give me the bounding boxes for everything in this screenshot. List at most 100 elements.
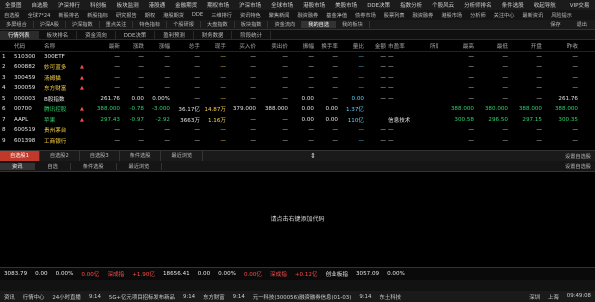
column-header[interactable]: 最高 — [440, 42, 474, 50]
view-tab[interactable]: 行情列表 — [0, 30, 39, 39]
column-header[interactable]: 开盘 — [510, 42, 542, 50]
screen-tab[interactable]: 我的自选 — [302, 21, 337, 28]
table-row[interactable]: 4 300059 东方财富 ▲ — — — — — — — — — — — — — — — — — [0, 84, 595, 93]
toolbar-item[interactable]: 风险提示 — [547, 12, 576, 19]
screen-tabs-action[interactable]: 保存 — [542, 21, 568, 28]
menu-item[interactable]: 板块监测 — [112, 1, 144, 9]
panel-tab[interactable]: 最近浏览 — [117, 162, 163, 170]
menu-item[interactable]: 分析师排名 — [459, 1, 497, 9]
status-item[interactable]: 9:14 — [355, 294, 375, 300]
column-header[interactable]: 涨跌 — [122, 42, 144, 50]
toolbar-item[interactable]: 最新资讯 — [518, 12, 547, 19]
table-row[interactable]: 9 601398 工商银行 — — — — — — — — — — — — — — — — — [0, 136, 595, 145]
sz-tag[interactable]: +1.90亿 — [128, 270, 159, 278]
panel-tab[interactable]: 条件选股 — [71, 162, 117, 170]
menu-item[interactable]: 沪深市场 — [234, 1, 266, 9]
view-tab[interactable]: 资金流向 — [77, 30, 116, 39]
column-header[interactable]: 换手率 — [316, 42, 338, 50]
menubar-right-item[interactable]: VIP交易 — [565, 1, 595, 9]
view-tab[interactable]: 财务数据 — [194, 30, 233, 39]
sz-amount[interactable]: 0.00亿 — [240, 270, 266, 278]
column-header[interactable]: 量比 — [340, 42, 364, 50]
menu-item[interactable]: 全球市场 — [266, 1, 298, 9]
screen-tabs-action[interactable]: 退出 — [569, 21, 595, 28]
panel-tab[interactable]: 资讯 — [0, 162, 36, 170]
column-header[interactable]: 名称 — [44, 42, 78, 50]
watchlist-tab[interactable]: 条件选股 — [120, 151, 162, 161]
menu-item[interactable]: 港股通 — [144, 1, 171, 9]
column-header[interactable]: 昨收 — [544, 42, 578, 50]
table-row[interactable]: 6 00700 腾讯控股 ▲ 388.000 -0.78 -3.000 36.17亿 14.87… — [0, 105, 595, 114]
toolbar-item[interactable]: 期权 — [141, 12, 159, 19]
toolbar-item[interactable]: 债券市场 — [351, 12, 380, 19]
toolbar-item[interactable]: 融资融券 — [409, 12, 438, 19]
toolbar-item[interactable]: 三维排行 — [207, 12, 236, 19]
view-tab[interactable]: 盈利预测 — [155, 30, 194, 39]
menu-item[interactable]: 自选股 — [27, 1, 54, 9]
menu-item[interactable]: 指数分析 — [395, 1, 427, 9]
settings-button[interactable]: 设置自选股 — [565, 153, 595, 160]
toolbar-item[interactable]: 研究报告 — [112, 12, 141, 19]
sz-pct[interactable]: 0.00% — [214, 271, 240, 277]
column-header[interactable]: 现手 — [202, 42, 226, 50]
screen-tab[interactable]: 多屏组合 — [0, 21, 34, 28]
toolbar-item[interactable]: 港股期货 — [159, 12, 188, 19]
sz-change[interactable]: 0.00 — [194, 271, 214, 277]
status-item[interactable]: 元一科技(300056)融资融券信息(01-03) — [249, 293, 356, 301]
toolbar-item[interactable]: 融资融券 — [293, 12, 322, 19]
view-tab[interactable]: 阶段统计 — [232, 30, 271, 39]
view-tab[interactable]: DDE决策 — [116, 30, 156, 39]
table-row[interactable]: 1 510300 300ETF — — — — — — — — — — — — — — — — — [0, 52, 595, 61]
screen-tab[interactable]: 特色指标 — [133, 21, 168, 28]
status-item[interactable]: 东方财富 — [199, 293, 229, 301]
column-header[interactable]: 最低 — [476, 42, 508, 50]
toolbar-item[interactable]: 关注中心 — [490, 12, 519, 19]
screen-tab[interactable]: 板块指数 — [235, 21, 269, 28]
column-header[interactable]: 总手 — [172, 42, 200, 50]
sh-change[interactable]: 0.00 — [31, 271, 51, 277]
sh-value[interactable]: 3083.79 — [0, 271, 31, 277]
table-row[interactable]: 2 600882 妙可蓝多 ▲ — — — — — — — — — — — — — — — — — [0, 63, 595, 72]
cy-label2[interactable]: 创业板指 — [322, 270, 352, 278]
toolbar-item[interactable]: 股票列表 — [380, 12, 409, 19]
column-header[interactable]: 振幅 — [290, 42, 314, 50]
view-tab[interactable]: 板块排名 — [39, 30, 78, 39]
screen-tab[interactable]: 沪深A股 — [34, 21, 66, 28]
menu-item[interactable]: 港股市场 — [298, 1, 330, 9]
watchlist-tab[interactable]: 自选股2 — [40, 151, 80, 161]
menu-item[interactable]: 条件选股 — [497, 1, 529, 9]
toolbar-item[interactable]: 分析师 — [466, 12, 490, 19]
status-item[interactable]: 东土科技 — [375, 293, 405, 301]
toolbar-item[interactable]: 自选股 — [0, 12, 24, 19]
toolbar-item[interactable]: 基金净值 — [322, 12, 351, 19]
panel-settings-button[interactable]: 设置自选股 — [565, 163, 595, 170]
toolbar-item[interactable]: 新股排名 — [54, 12, 83, 19]
sz-value[interactable]: 18656.41 — [159, 271, 194, 277]
table-row[interactable]: 3 300459 汤姆猫 ▲ — — — — — — — — — — — — — — — — — [0, 73, 595, 82]
column-header[interactable]: 市盈率 — [388, 42, 428, 50]
panel-tab[interactable]: 自选 — [35, 162, 71, 170]
watchlist-tab[interactable]: 自选股1 — [0, 151, 40, 161]
resize-handle-icon[interactable]: ⇕ — [309, 151, 317, 161]
sh-amount[interactable]: 0.00亿 — [77, 270, 103, 278]
table-row[interactable]: 7 AAPL 苹果 ▲ 297.43 -0.97 -2.92 3663万 1.16万 — — 0.00… — [0, 115, 595, 124]
column-header[interactable]: 涨幅 — [146, 42, 170, 50]
screen-tab[interactable]: 资金流向 — [268, 21, 303, 28]
menubar-right-item[interactable]: 收起导航 — [529, 1, 561, 9]
cy-tag[interactable]: +0.12亿 — [291, 270, 322, 278]
empty-panel[interactable]: 请点击右键添加代码 — [0, 172, 595, 264]
menu-item[interactable]: 沪深排行 — [53, 1, 85, 9]
column-header[interactable]: 金额 — [366, 42, 386, 50]
watchlist-tab[interactable]: 最近浏览 — [161, 151, 204, 161]
screen-tab[interactable]: 个股研报 — [167, 21, 201, 28]
column-header[interactable]: 所属行业 — [430, 42, 438, 50]
table-row[interactable]: 5 000003 B股指数 261.76 0.00 0.00% — — — —0.00—0.00—… — [0, 94, 595, 103]
screen-tab[interactable]: 沪深指数 — [66, 21, 100, 28]
cy-value[interactable]: 3057.09 — [352, 271, 383, 277]
watchlist-tab[interactable]: 自选股3 — [80, 151, 120, 161]
sh-pct[interactable]: 0.00% — [52, 271, 78, 277]
status-item[interactable]: 行情中心 — [19, 293, 49, 301]
column-header[interactable]: 买入价 — [228, 42, 256, 50]
sz-label[interactable]: 深成指 — [103, 270, 128, 278]
toolbar-item[interactable]: 新股指标 — [83, 12, 112, 19]
